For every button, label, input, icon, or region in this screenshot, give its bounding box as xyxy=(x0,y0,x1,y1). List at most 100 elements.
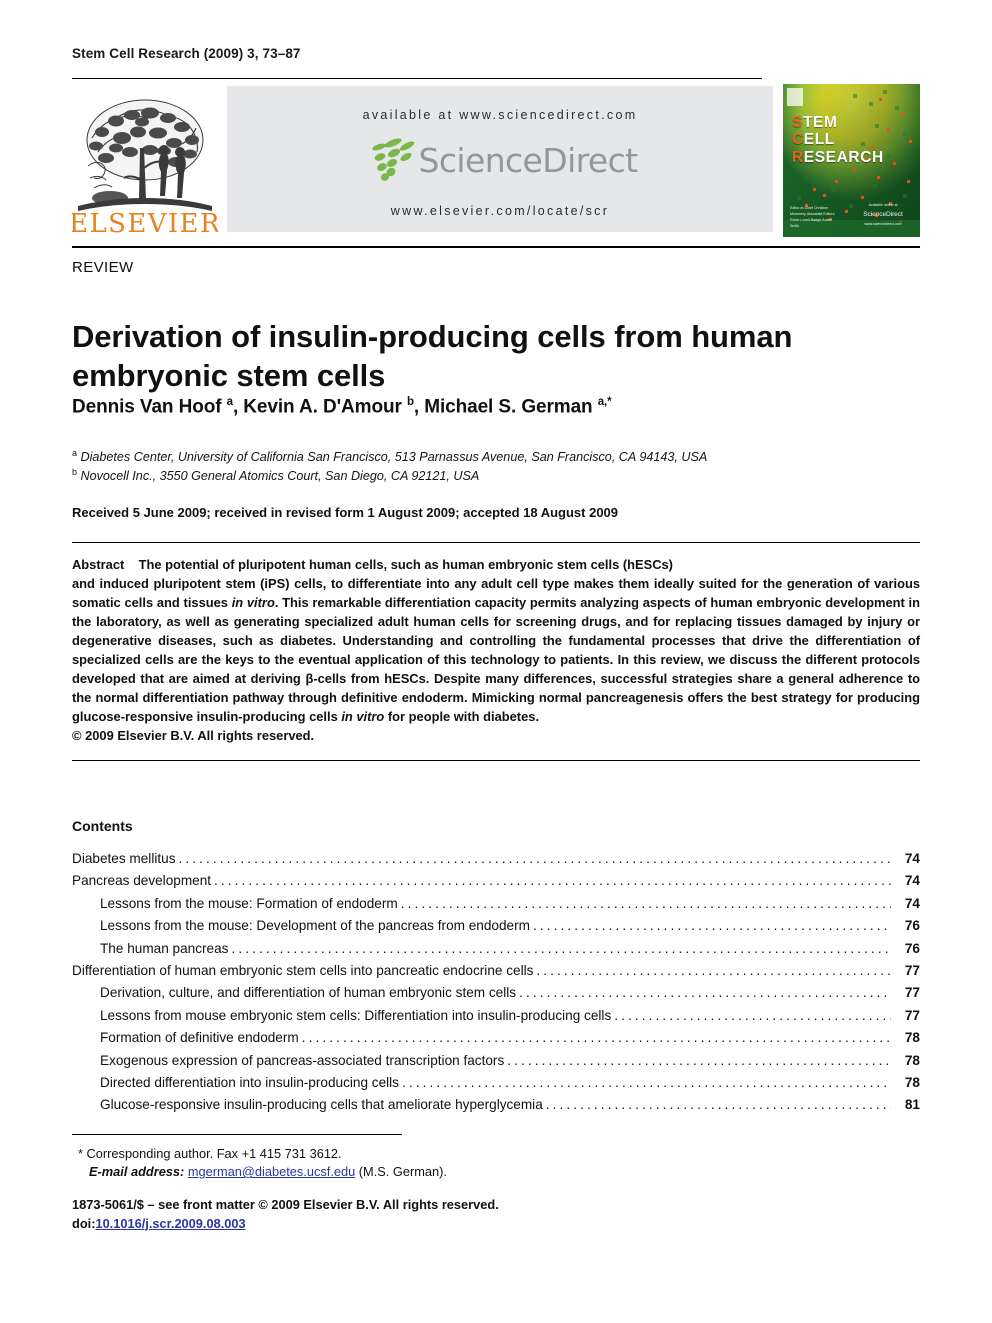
sciencedirect-logo: ScienceDirect xyxy=(227,134,773,186)
toc-entry-page: 76 xyxy=(904,918,920,934)
toc-entry-page: 74 xyxy=(904,851,920,866)
toc-leader-dots: ........................................… xyxy=(614,1008,891,1023)
cover-rest-cell: ELL xyxy=(803,131,835,149)
abstract-body-c: for people with diabetes. xyxy=(384,708,540,724)
toc-entry-page: 74 xyxy=(904,895,920,911)
doi-line: doi:10.1016/j.scr.2009.08.003 xyxy=(72,1215,632,1234)
cover-title: STEM CELL RESEARCH xyxy=(792,114,884,166)
abstract-italic-1: in vitro xyxy=(231,594,275,610)
journal-cover-thumbnail: STEM CELL RESEARCH Editor-in-Chief Chris… xyxy=(783,84,920,237)
toc-entry-label: Formation of definitive endoderm xyxy=(100,1030,299,1046)
footnote-divider xyxy=(72,1134,402,1135)
doi-link[interactable]: 10.1016/j.scr.2009.08.003 xyxy=(95,1216,245,1231)
toc-entry-label: The human pancreas xyxy=(100,940,229,956)
elsevier-tree-logo-icon: ELSEVIER xyxy=(72,88,218,236)
toc-entry-label: Pancreas development xyxy=(72,873,212,889)
abstract-top-divider xyxy=(72,542,920,543)
masthead: ELSEVIER available at www.sciencedirect.… xyxy=(72,84,920,238)
affiliations: a Diabetes Center, University of Califor… xyxy=(72,447,902,486)
affiliation-text-b: Novocell Inc., 3550 General Atomics Cour… xyxy=(80,469,480,484)
toc-leader-dots: ........................................… xyxy=(400,896,891,911)
abstract-line1: The potential of pluripotent human cells… xyxy=(138,557,673,572)
cover-cap-r: R xyxy=(792,148,804,166)
toc-entry-page: 77 xyxy=(904,962,920,978)
affiliation-marker-a: a xyxy=(72,448,78,458)
toc-leader-dots: ........................................… xyxy=(301,1031,891,1045)
contents-heading: Contents xyxy=(72,818,133,834)
doi-label: doi: xyxy=(72,1215,96,1231)
affiliation-a: a Diabetes Center, University of Califor… xyxy=(72,447,902,466)
toc-leader-dots: ........................................… xyxy=(536,963,891,978)
toc-entry-page: 81 xyxy=(904,1097,920,1113)
toc-entry[interactable]: Exogenous expression of pancreas-associa… xyxy=(72,1052,920,1076)
corresponding-author-note: * Corresponding author. Fax +1 415 731 3… xyxy=(78,1145,578,1163)
toc-entry[interactable]: Glucose-responsive insulin-producing cel… xyxy=(72,1098,920,1120)
toc-entry[interactable]: The human pancreas......................… xyxy=(72,940,920,964)
toc-entry-label: Derivation, culture, and differentiation… xyxy=(100,985,517,1001)
toc-leader-dots: ........................................… xyxy=(214,874,891,888)
journal-url: www.elsevier.com/locate/scr xyxy=(390,204,610,218)
email-suffix: (M.S. German). xyxy=(358,1164,447,1180)
cover-cap-s: S xyxy=(792,114,803,131)
toc-entry[interactable]: Differentiation of human embryonic stem … xyxy=(72,964,920,986)
toc-leader-dots: ........................................… xyxy=(507,1053,891,1068)
toc-entry-page: 77 xyxy=(904,1007,920,1023)
toc-entry[interactable]: Lessons from the mouse: Formation of end… xyxy=(72,897,920,919)
toc-leader-dots: ........................................… xyxy=(545,1098,891,1112)
cover-cap-c: C xyxy=(792,131,804,149)
issn-line: 1873-5061/$ – see front matter © 2009 El… xyxy=(72,1197,499,1212)
toc-entry-page: 78 xyxy=(904,1030,920,1046)
article-type-label: REVIEW xyxy=(72,259,134,276)
toc-entry[interactable]: Diabetes mellitus.......................… xyxy=(72,852,920,874)
cover-sciencedirect-block: Available online at ScienceDirect www.sc… xyxy=(853,202,913,227)
toc-entry-label: Lessons from the mouse: Development of t… xyxy=(100,918,530,934)
author-list: Dennis Van Hoof a, Kevin A. D'Amour b, M… xyxy=(72,396,612,418)
toc-leader-dots: ........................................… xyxy=(231,941,891,956)
toc-entry-page: 78 xyxy=(904,1052,920,1068)
toc-entry-label: Differentiation of human embryonic stem … xyxy=(72,962,534,978)
article-first-page: Stem Cell Research (2009) 3, 73–87 ELSEV… xyxy=(0,0,992,1323)
affiliation-b: b Novocell Inc., 3550 General Atomics Co… xyxy=(72,466,902,485)
email-label: E-mail address: xyxy=(89,1164,185,1180)
toc-entry[interactable]: Lessons from mouse embryonic stem cells:… xyxy=(72,1009,920,1031)
abstract-label: Abstract xyxy=(72,557,125,572)
abstract-italic-2: in vitro xyxy=(341,708,385,724)
toc-entry[interactable]: Lessons from the mouse: Development of t… xyxy=(72,919,920,941)
toc-entry-page: 74 xyxy=(904,873,920,889)
footnote-block: * Corresponding author. Fax +1 415 731 3… xyxy=(78,1145,578,1181)
page-title: Derivation of insulin-producing cells fr… xyxy=(72,318,793,394)
table-of-contents: Diabetes mellitus.......................… xyxy=(72,852,920,1121)
cover-rest-research: ESEARCH xyxy=(803,148,884,166)
toc-entry-label: Glucose-responsive insulin-producing cel… xyxy=(100,1097,543,1113)
toc-leader-dots: ........................................… xyxy=(401,1075,891,1090)
email-note: E-mail address: mgerman@diabetes.ucsf.ed… xyxy=(78,1163,578,1181)
toc-entry[interactable]: Pancreas development....................… xyxy=(72,874,920,896)
article-history: Received 5 June 2009; received in revise… xyxy=(72,505,619,520)
toc-entry-label: Diabetes mellitus xyxy=(72,851,176,866)
toc-entry-page: 77 xyxy=(904,985,920,1001)
toc-entry-page: 78 xyxy=(904,1074,920,1090)
abstract-bottom-divider xyxy=(72,760,920,761)
abstract-copyright: © 2009 Elsevier B.V. All rights reserved… xyxy=(72,727,315,743)
cover-sd-mark: ScienceDirect xyxy=(863,210,903,218)
svg-text:ELSEVIER: ELSEVIER xyxy=(72,209,218,236)
email-link[interactable]: mgerman@diabetes.ucsf.edu xyxy=(188,1164,355,1179)
available-at-text: available at www.sciencedirect.com xyxy=(362,108,638,122)
toc-entry-label: Directed differentiation into insulin-pr… xyxy=(100,1074,399,1090)
front-matter-block: 1873-5061/$ – see front matter © 2009 El… xyxy=(72,1196,632,1233)
sciencedirect-banner: available at www.sciencedirect.com Scien… xyxy=(227,86,773,232)
sciencedirect-wordmark: ScienceDirect xyxy=(418,140,639,180)
sciencedirect-leaves-icon xyxy=(363,138,415,182)
affiliation-text-a: Diabetes Center, University of Californi… xyxy=(80,450,708,465)
cover-sd-url: www.sciencedirect.com xyxy=(864,221,902,226)
toc-entry[interactable]: Formation of definitive endoderm........… xyxy=(72,1031,920,1053)
toc-leader-dots: ........................................… xyxy=(532,919,891,933)
toc-entry[interactable]: Derivation, culture, and differentiation… xyxy=(72,986,920,1008)
toc-leader-dots: ........................................… xyxy=(178,852,891,866)
abstract: Abstract The potential of pluripotent hu… xyxy=(72,556,920,746)
abstract-body-b: . This remarkable differentiation capaci… xyxy=(72,594,920,724)
toc-leader-dots: ........................................… xyxy=(519,986,891,1000)
cover-rest-stem: TEM xyxy=(802,114,838,131)
affiliation-marker-b: b xyxy=(72,467,78,478)
toc-entry[interactable]: Directed differentiation into insulin-pr… xyxy=(72,1076,920,1098)
